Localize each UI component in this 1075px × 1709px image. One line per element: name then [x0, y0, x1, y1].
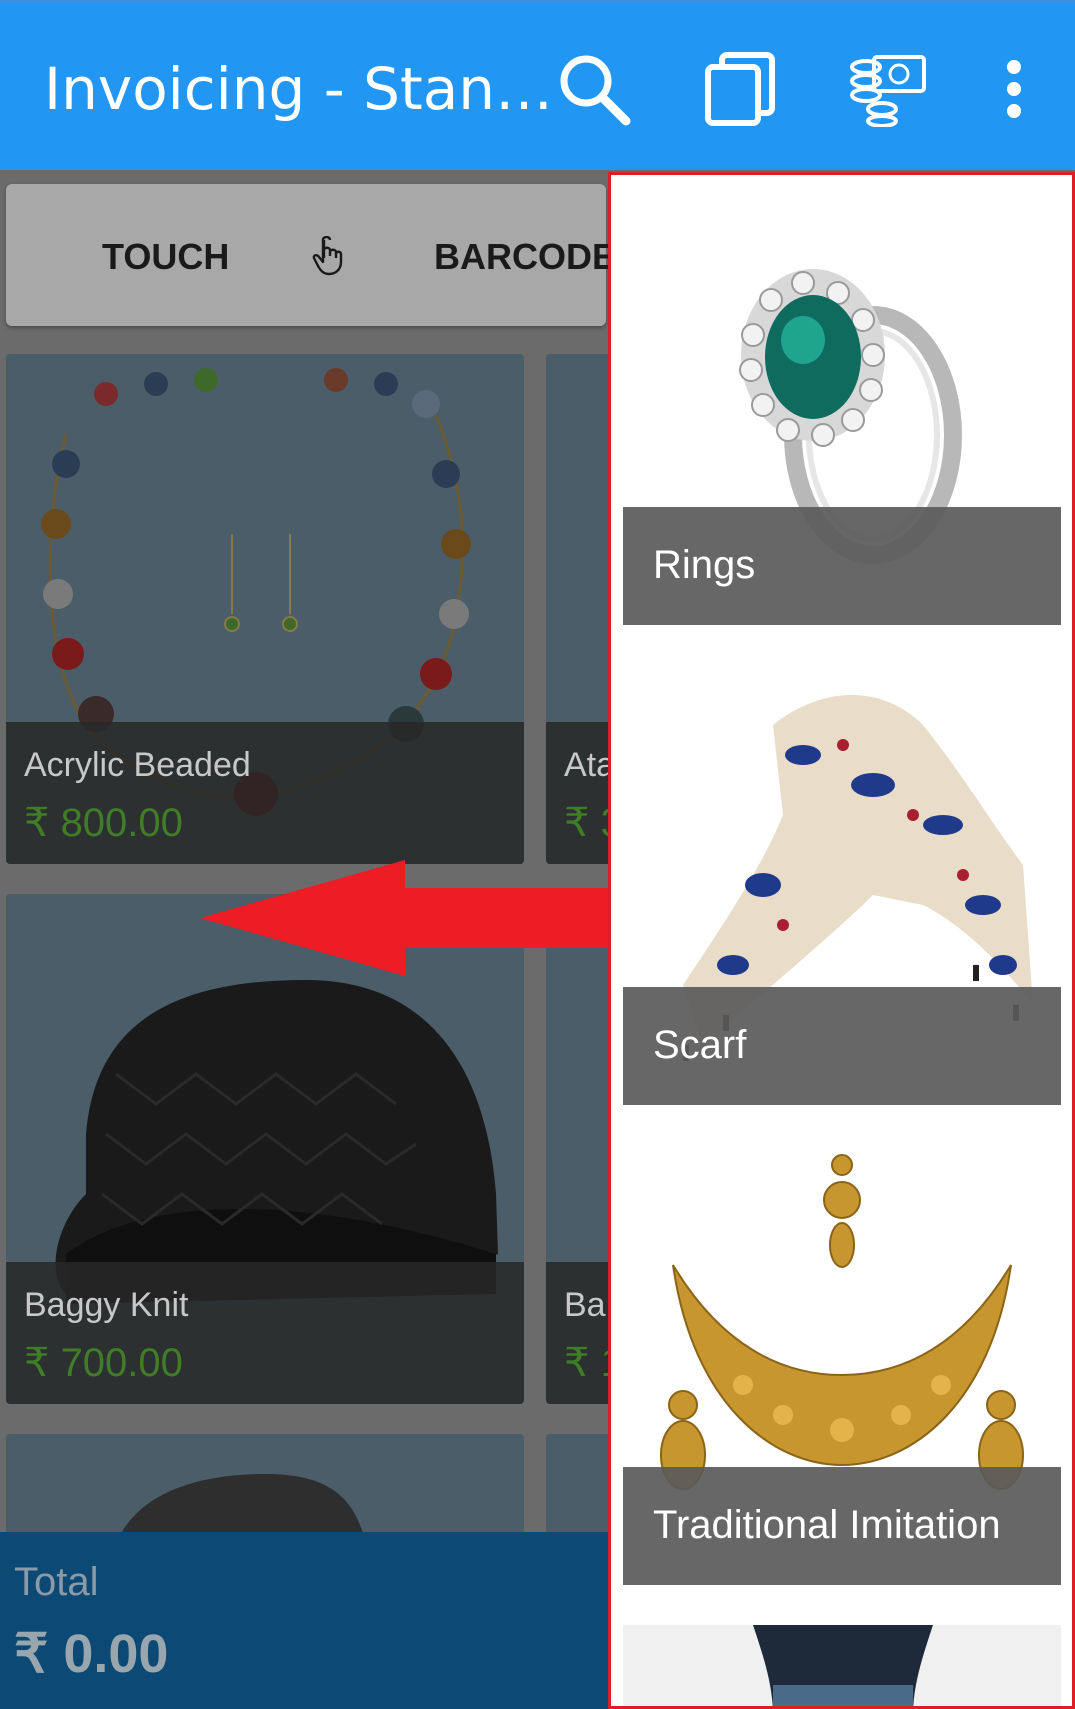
mode-tabs: TOUCH BARCODE — [6, 184, 616, 326]
category-label-bar: Scarf — [623, 987, 1061, 1105]
product-card[interactable] — [6, 1434, 524, 1544]
app-title: Invoicing - Stan… — [44, 55, 554, 123]
product-name: Baggy Knit — [24, 1286, 189, 1324]
total-value: ₹ 0.00 — [14, 1624, 169, 1684]
product-name: Ba — [564, 1286, 606, 1324]
category-label-bar: Traditional Imitation — [623, 1467, 1061, 1585]
app-bar: Invoicing - Stan… — [0, 0, 1075, 170]
category-label: Rings — [653, 543, 756, 587]
tab-touch[interactable]: TOUCH — [102, 236, 229, 278]
product-name: Acrylic Beaded — [24, 746, 251, 784]
product-card[interactable]: Acrylic Beaded ₹ 800.00 — [6, 354, 524, 864]
denim-image — [623, 1625, 1061, 1706]
category-label-bar: Rings — [623, 507, 1061, 625]
cash-coins-icon[interactable] — [846, 47, 930, 131]
category-item-scarf[interactable]: Scarf — [623, 665, 1061, 1105]
copy-icon[interactable] — [698, 47, 782, 131]
touch-hand-icon — [312, 235, 346, 280]
search-icon[interactable] — [552, 47, 636, 131]
total-label: Total — [14, 1560, 99, 1604]
total-bar: Total ₹ 0.00 — [0, 1532, 610, 1709]
category-label: Scarf — [653, 1023, 747, 1067]
swipe-left-arrow-icon — [200, 860, 610, 976]
category-item-traditional-imitation[interactable]: Traditional Imitation — [623, 1145, 1061, 1585]
category-drawer: Rings Scarf Traditional Imitation — [608, 172, 1075, 1709]
category-item-rings[interactable]: Rings — [623, 185, 1061, 625]
product-caption: Acrylic Beaded ₹ 800.00 — [6, 722, 524, 864]
overflow-menu-icon[interactable] — [972, 47, 1056, 131]
category-item-partial[interactable] — [623, 1625, 1061, 1706]
product-price: ₹ 700.00 — [24, 1341, 183, 1385]
tab-barcode[interactable]: BARCODE — [434, 236, 616, 278]
category-label: Traditional Imitation — [653, 1503, 1001, 1547]
product-price: ₹ 800.00 — [24, 801, 183, 845]
product-caption: Baggy Knit ₹ 700.00 — [6, 1262, 524, 1404]
beanie-image — [116, 1474, 366, 1544]
